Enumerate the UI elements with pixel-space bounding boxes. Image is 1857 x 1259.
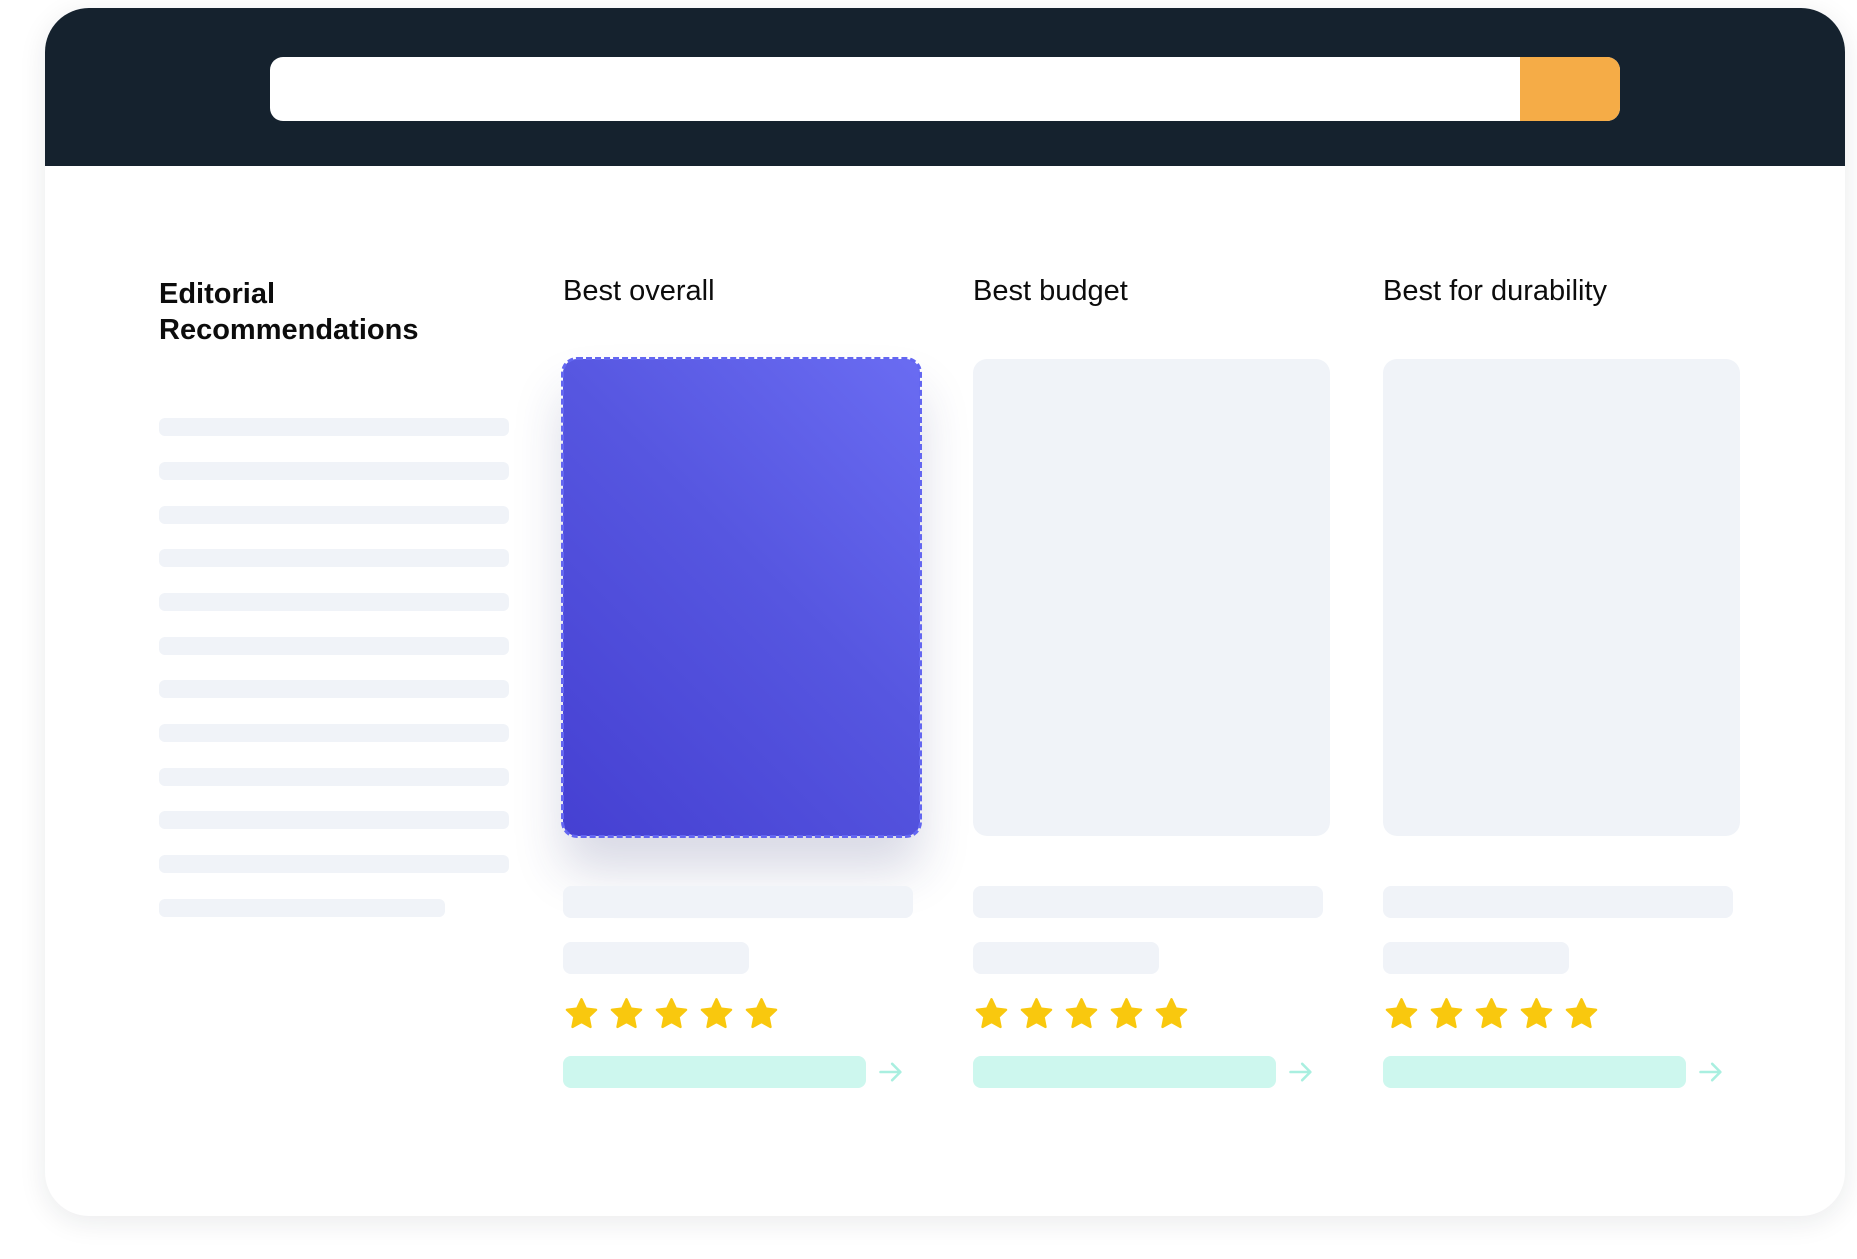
text-line-placeholder xyxy=(159,462,509,480)
star-icon xyxy=(610,998,643,1029)
star-rating xyxy=(563,996,780,1032)
product-card-best-overall[interactable] xyxy=(561,357,922,838)
arrow-right-icon[interactable] xyxy=(877,1058,905,1086)
text-line-placeholder xyxy=(159,506,509,524)
text-line-placeholder xyxy=(159,593,509,611)
product-name-placeholder xyxy=(1383,886,1733,918)
section-heading: Editorial Recommendations xyxy=(159,278,419,346)
star-icon xyxy=(565,998,598,1029)
star-icon xyxy=(700,998,733,1029)
text-line-placeholder xyxy=(159,768,509,786)
text-line-placeholder xyxy=(159,724,509,742)
column-title-best-overall: Best overall xyxy=(563,275,715,307)
column-title-best-for-durability: Best for durability xyxy=(1383,275,1608,307)
cta-button[interactable] xyxy=(563,1056,866,1088)
product-price-placeholder xyxy=(563,942,749,974)
cta-button[interactable] xyxy=(1383,1056,1686,1088)
cta-button[interactable] xyxy=(973,1056,1276,1088)
column-title-best-budget: Best budget xyxy=(973,275,1128,307)
star-rating xyxy=(1383,996,1600,1032)
star-icon xyxy=(975,998,1008,1029)
text-line-placeholder xyxy=(159,811,509,829)
star-icon xyxy=(1475,998,1508,1029)
text-line-placeholder xyxy=(159,418,509,436)
search-bar xyxy=(270,57,1620,121)
product-price-placeholder xyxy=(1383,942,1569,974)
arrow-right-icon[interactable] xyxy=(1287,1058,1315,1086)
text-line-placeholder xyxy=(159,549,509,567)
product-price-placeholder xyxy=(973,942,1159,974)
star-icon xyxy=(655,998,688,1029)
star-icon xyxy=(1430,998,1463,1029)
star-icon xyxy=(1110,998,1143,1029)
text-line-placeholder xyxy=(159,899,445,917)
star-icon xyxy=(1155,998,1188,1029)
star-icon xyxy=(1565,998,1598,1029)
text-line-placeholder xyxy=(159,855,509,873)
arrow-right-icon[interactable] xyxy=(1697,1058,1725,1086)
text-line-placeholder xyxy=(159,680,509,698)
star-icon xyxy=(1520,998,1553,1029)
product-card-best-for-durability[interactable] xyxy=(1383,359,1740,836)
top-bar xyxy=(45,8,1845,166)
star-icon xyxy=(1020,998,1053,1029)
search-button[interactable] xyxy=(1520,57,1620,121)
star-icon xyxy=(1065,998,1098,1029)
search-input[interactable] xyxy=(270,57,1520,121)
product-card-best-budget[interactable] xyxy=(973,359,1330,836)
product-name-placeholder xyxy=(973,886,1323,918)
star-icon xyxy=(1385,998,1418,1029)
text-line-placeholder xyxy=(159,637,509,655)
product-name-placeholder xyxy=(563,886,913,918)
star-rating xyxy=(973,996,1190,1032)
browser-window: Editorial Recommendations Best overall B… xyxy=(45,8,1845,1216)
star-icon xyxy=(745,998,778,1029)
